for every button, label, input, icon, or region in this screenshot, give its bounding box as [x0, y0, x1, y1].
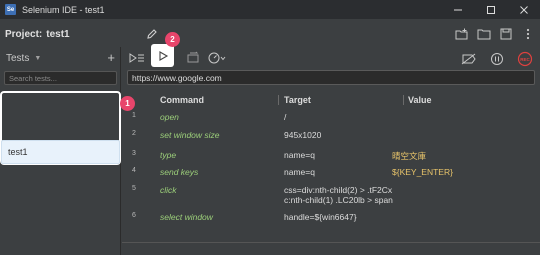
row-target: name=q: [284, 150, 315, 160]
row-command: click: [160, 185, 177, 195]
column-divider: [403, 95, 404, 105]
divider: [122, 242, 540, 243]
run-all-tests-icon[interactable]: [126, 48, 148, 68]
annotation-badge-2: 2: [165, 32, 180, 47]
tests-dropdown-label[interactable]: Tests: [6, 53, 29, 64]
folder-icon[interactable]: [476, 26, 492, 42]
row-number: 6: [132, 212, 136, 219]
close-icon[interactable]: [507, 0, 540, 19]
step-over-icon[interactable]: [182, 48, 204, 68]
row-command: type: [160, 150, 177, 160]
row-target: css=div:nth-child(2) > .tF2Cx c:nth-chil…: [284, 185, 393, 205]
disable-breakpoints-icon[interactable]: [458, 49, 480, 69]
pencil-icon[interactable]: [145, 27, 159, 41]
test-item-label: test1: [8, 147, 28, 157]
column-divider: [278, 95, 279, 105]
pause-exceptions-icon[interactable]: [486, 49, 508, 69]
row-number: 2: [132, 130, 136, 137]
add-test-button[interactable]: +: [107, 50, 115, 65]
row-command: open: [160, 112, 179, 122]
command-table-header: Command Target Value: [122, 92, 540, 108]
selenium-app-icon: Se: [5, 4, 16, 15]
new-project-icon[interactable]: [454, 26, 470, 42]
row-value: 晴空文庫: [392, 151, 427, 161]
row-command: select window: [160, 212, 213, 222]
window-title: Selenium IDE - test1: [22, 4, 105, 15]
project-label: Project:: [5, 28, 43, 40]
row-target: handle=${win6647}: [284, 212, 357, 222]
project-name: test1: [46, 28, 70, 40]
minimize-icon[interactable]: [441, 0, 474, 19]
save-icon[interactable]: [498, 26, 514, 42]
row-number: 1: [132, 112, 136, 119]
row-command: send keys: [160, 167, 199, 177]
row-target: /: [284, 112, 287, 122]
toolbar: REC: [122, 47, 540, 69]
row-command: set window size: [160, 130, 220, 140]
play-icon[interactable]: [151, 44, 174, 67]
search-tests-input[interactable]: [4, 71, 117, 85]
tests-header: Tests ▼ +: [0, 47, 121, 69]
row-number: 5: [132, 185, 136, 192]
maximize-icon[interactable]: [474, 0, 507, 19]
row-value: ${KEY_ENTER}: [392, 167, 453, 177]
row-target: name=q: [284, 167, 315, 177]
window-controls: [441, 0, 540, 19]
project-header: Project: test1: [0, 22, 540, 46]
test-item-test1[interactable]: test1: [1, 140, 120, 164]
column-header-target: Target: [284, 95, 311, 105]
title-bar: Se Selenium IDE - test1: [0, 0, 540, 19]
row-number: 3: [132, 150, 136, 157]
toolbar-right: REC: [458, 49, 536, 69]
svg-text:REC: REC: [520, 57, 530, 62]
record-icon[interactable]: REC: [514, 49, 536, 69]
column-header-value: Value: [408, 95, 432, 105]
caret-down-icon[interactable]: ▼: [34, 55, 41, 62]
speed-icon[interactable]: [206, 48, 228, 68]
column-header-command: Command: [160, 95, 205, 105]
project-actions: [454, 26, 536, 42]
row-number: 4: [132, 167, 136, 174]
tests-panel: Tests ▼ + test1: [0, 47, 121, 255]
row-target: 945x1020: [284, 130, 322, 140]
more-vert-icon[interactable]: [520, 26, 536, 42]
base-url-field[interactable]: https://www.google.com: [127, 70, 535, 85]
selenium-ide-window: Se Selenium IDE - test1 Project: test1 T…: [0, 0, 540, 255]
